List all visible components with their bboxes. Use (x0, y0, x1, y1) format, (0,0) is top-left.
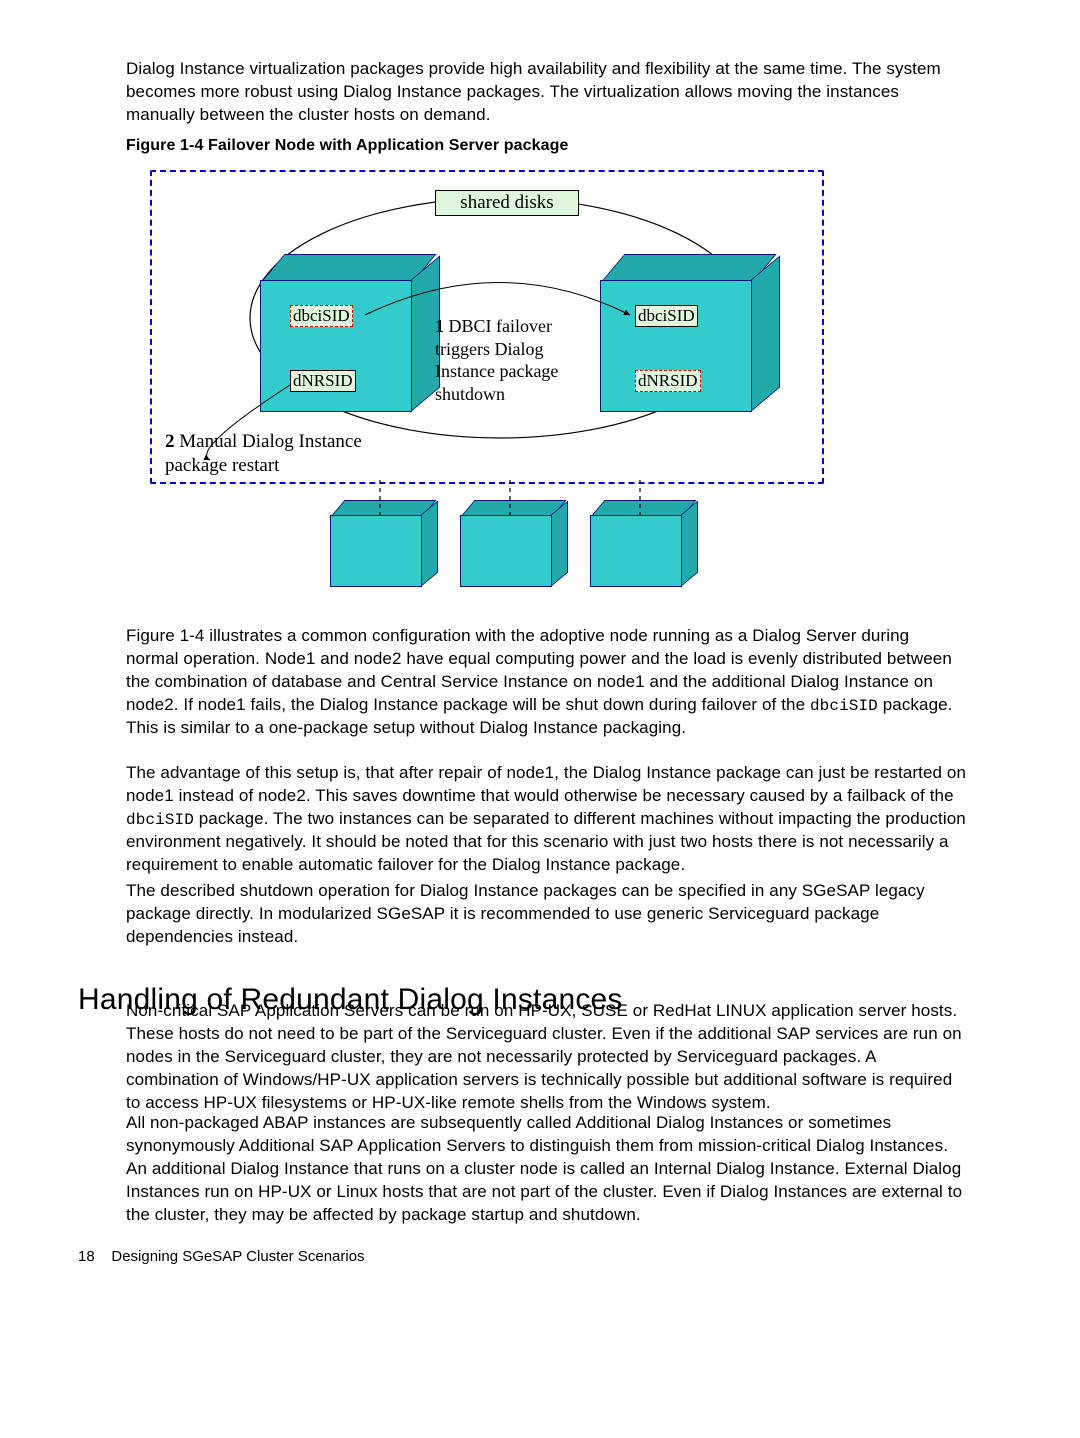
figure-caption: Figure 1-4 Failover Node with Applicatio… (126, 135, 826, 157)
node2-dbci-package: dbciSID (635, 305, 698, 327)
node1-dnr-package: dNRSID (290, 370, 356, 392)
paragraph-nonpackaged: All non-packaged ABAP instances are subs… (126, 1112, 966, 1227)
annotation-2-num: 2 (165, 431, 175, 452)
page-number: 18 (78, 1248, 95, 1265)
bottom-servers (330, 515, 720, 605)
node1-dbci-package: dbciSID (290, 305, 353, 327)
intro-paragraph: Dialog Instance virtualization packages … (126, 58, 966, 127)
page-footer: 18 Designing SGeSAP Cluster Scenarios (78, 1248, 365, 1265)
annotation-2: 2 Manual Dialog Instance package restart (165, 430, 405, 478)
shared-disks-label: shared disks (435, 190, 579, 216)
paragraph-fig-explain: Figure 1-4 illustrates a common configur… (126, 625, 966, 740)
paragraph-noncritical: Non-critical SAP Application Servers can… (126, 1000, 966, 1115)
paragraph-advantage: The advantage of this setup is, that aft… (126, 762, 966, 877)
annotation-2-text: Manual Dialog Instance package restart (165, 431, 362, 476)
annotation-1-num: 1 (435, 316, 444, 336)
figure-diagram: shared disks dbciSID dNRSID dbciSID dNRS… (150, 160, 830, 605)
p2-code: dbciSID (810, 697, 878, 715)
footer-title: Designing SGeSAP Cluster Scenarios (111, 1248, 364, 1265)
p3b: package. The two instances can be separa… (126, 809, 966, 875)
node2-dnr-package: dNRSID (635, 370, 701, 392)
annotation-1-text: DBCI failover triggers Dialog Instance p… (435, 316, 558, 404)
p3a: The advantage of this setup is, that aft… (126, 763, 966, 805)
p3-code: dbciSID (126, 811, 194, 829)
paragraph-shutdown-op: The described shutdown operation for Dia… (126, 880, 966, 949)
annotation-1: 1 DBCI failover triggers Dialog Instance… (435, 315, 595, 405)
